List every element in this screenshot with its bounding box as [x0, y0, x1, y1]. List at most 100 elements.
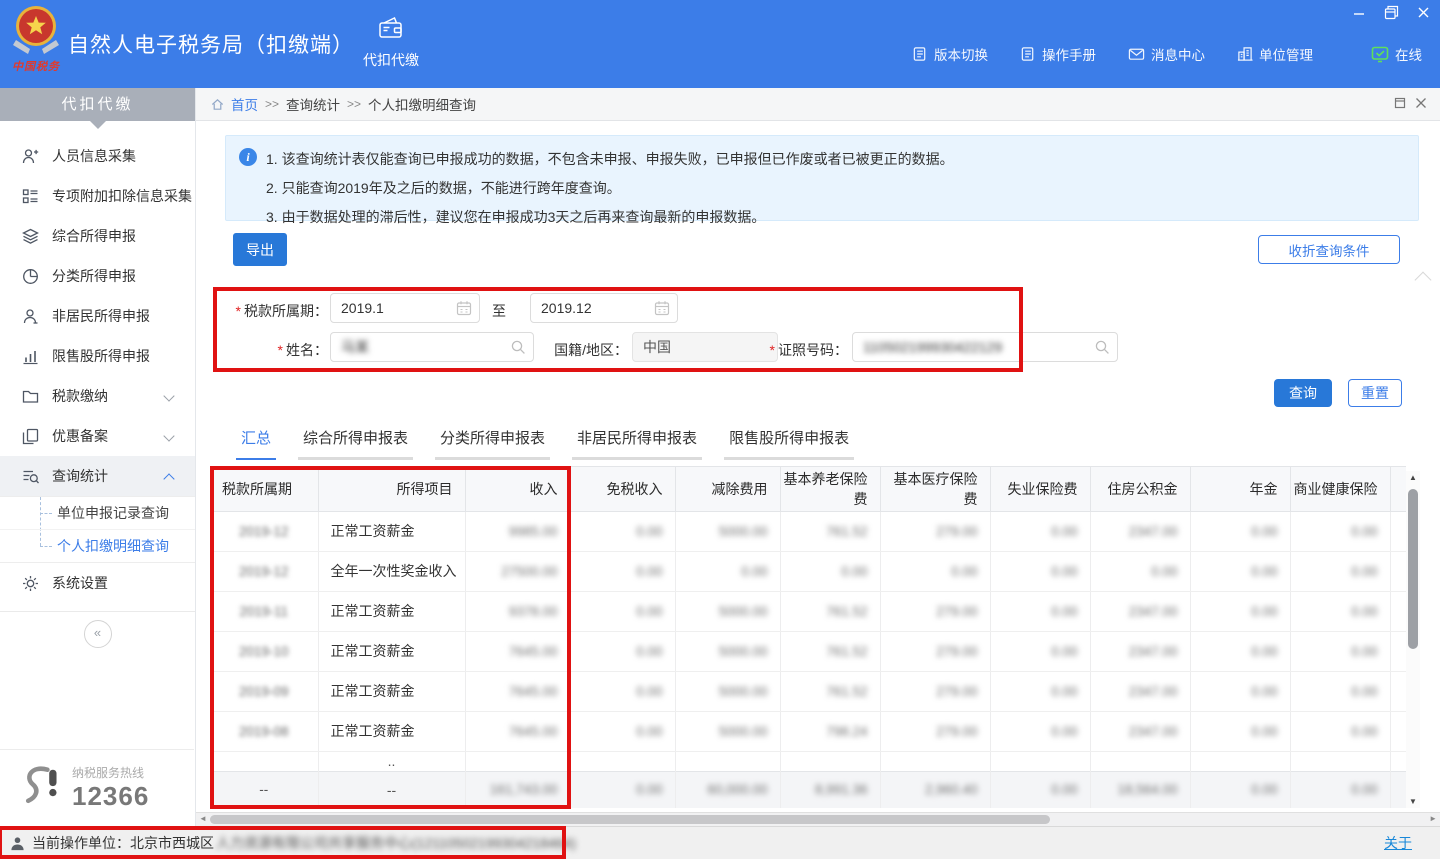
- vertical-scroll-thumb[interactable]: [1408, 489, 1418, 649]
- sidebar-item-preferential-filing[interactable]: 优惠备案: [0, 416, 195, 456]
- bar-chart-icon: [22, 348, 39, 365]
- search-icon[interactable]: [1094, 339, 1110, 358]
- minimize-icon[interactable]: [1352, 6, 1366, 20]
- reset-button[interactable]: 重置: [1348, 379, 1402, 407]
- required-mark: *: [770, 342, 775, 358]
- breadcrumb-home[interactable]: 首页: [231, 94, 258, 114]
- cell-tax: [1390, 511, 1406, 551]
- id-number-label: *证照号码：: [754, 340, 848, 360]
- breadcrumb: 首页 >> 查询统计 >> 个人扣缴明细查询: [196, 88, 1440, 121]
- tab-classified-income[interactable]: 分类所得申报表: [435, 427, 550, 460]
- message-center-link[interactable]: 消息中心: [1128, 44, 1205, 64]
- report-tabs: 汇总 综合所得申报表 分类所得申报表 非居民所得申报表 限售股所得申报表: [236, 427, 854, 460]
- sidebar-item-personnel-info[interactable]: 人员信息采集: [0, 136, 195, 176]
- cell-health-insurance: 0.00: [1290, 631, 1390, 671]
- cell-pension: 761.52: [780, 591, 880, 631]
- tab-restricted-shares[interactable]: 限售股所得申报表: [724, 427, 854, 460]
- cell-unemployment: 0.00: [990, 511, 1090, 551]
- restore-icon[interactable]: [1384, 5, 1399, 20]
- column-header: 基本养老保险费: [780, 467, 880, 511]
- panel-maximize-icon[interactable]: [1394, 97, 1406, 112]
- table-row: 2019-09 正常工资薪金 7645.00 0.00 5000.00 761.…: [210, 671, 1406, 711]
- sidebar-item-nonresident-income[interactable]: 非居民所得申报: [0, 296, 195, 336]
- sidebar-item-special-deduction[interactable]: 专项附加扣除信息采集: [0, 176, 195, 216]
- manual-link[interactable]: 操作手册: [1020, 44, 1096, 64]
- period-label: *税款所属期：: [216, 301, 328, 321]
- horizontal-scroll-thumb[interactable]: [210, 815, 1050, 824]
- tab-comprehensive-income[interactable]: 综合所得申报表: [298, 427, 413, 460]
- nationality-label: 国籍/地区：: [548, 340, 628, 360]
- column-header: 住房公积金: [1090, 467, 1190, 511]
- cell-taxfree-income: 0.00: [570, 551, 675, 591]
- gear-icon: [22, 575, 39, 592]
- scroll-up-icon[interactable]: ▲: [1406, 473, 1420, 482]
- sidebar-item-comprehensive-income[interactable]: 综合所得申报: [0, 216, 195, 256]
- column-header: 减除费用: [675, 467, 780, 511]
- cell-medical: 279.00: [880, 711, 990, 751]
- cell-income-item: 正常工资薪金: [318, 591, 465, 631]
- column-header: 商业健康保险: [1290, 467, 1390, 511]
- tax-bureau-logo: 中国税务: [8, 4, 64, 74]
- search-icon[interactable]: [510, 339, 526, 358]
- about-link[interactable]: 关于: [1384, 833, 1412, 853]
- table-row: 2019-11 正常工资薪金 9378.00 0.00 5000.00 761.…: [210, 591, 1406, 631]
- cell-income: 9985.00: [465, 511, 570, 551]
- sidebar-collapse-row: «: [0, 611, 195, 648]
- cell-unemployment: 0.00: [990, 671, 1090, 711]
- nav-tab-label: 代扣代缴: [346, 50, 436, 70]
- sidebar-item-restricted-shares[interactable]: 限售股所得申报: [0, 336, 195, 376]
- id-number-input[interactable]: 110502199930422129: [852, 332, 1118, 362]
- user-icon: [10, 836, 25, 851]
- cell-tax: [1390, 551, 1406, 591]
- required-mark: *: [278, 342, 283, 358]
- sidebar: 代扣代缴 人员信息采集 专项附加扣除信息采集 综合所得申报 分类所得申报 非居民…: [0, 88, 196, 826]
- cell-taxfree-income: 0.00: [570, 511, 675, 551]
- sidebar-item-classified-income[interactable]: 分类所得申报: [0, 256, 195, 296]
- scroll-left-icon[interactable]: ◄: [199, 814, 207, 823]
- cell-deduction: 5000.00: [675, 631, 780, 671]
- query-button[interactable]: 查询: [1274, 379, 1332, 407]
- results-table-wrap: 税款所属期所得项目收入免税收入减除费用基本养老保险费基本医疗保险费失业保险费住房…: [210, 466, 1406, 808]
- period-to-input[interactable]: 2019.12: [530, 293, 678, 323]
- sidebar-item-system-settings[interactable]: 系统设置: [0, 563, 195, 603]
- cell-income-item: 全年一次性奖金收入: [318, 551, 465, 591]
- submenu-item-unit-declaration-query[interactable]: 单位申报记录查询: [0, 497, 195, 529]
- cell-deduction: 5000.00: [675, 671, 780, 711]
- name-input[interactable]: 马某: [330, 332, 534, 362]
- sidebar-item-query-statistics[interactable]: 查询统计: [0, 456, 195, 496]
- notice-line: 3. 由于数据处理的滞后性，建议您在申报成功3天之后再来查询最新的申报数据。: [266, 203, 1404, 232]
- cell-annuity: 0.00: [1190, 551, 1290, 591]
- breadcrumb-separator: >>: [265, 97, 279, 111]
- tab-summary[interactable]: 汇总: [236, 427, 276, 460]
- column-header: 收入: [465, 467, 570, 511]
- building-icon: [1237, 46, 1253, 62]
- online-status[interactable]: 在线: [1371, 44, 1422, 64]
- sidebar-item-tax-payment[interactable]: 税款缴纳: [0, 376, 195, 416]
- header-links: 版本切换 操作手册 消息中心 单位管理 在线: [912, 44, 1422, 64]
- panel-close-icon[interactable]: [1415, 97, 1427, 112]
- cell-annuity: 0.00: [1190, 631, 1290, 671]
- mail-icon: [1128, 46, 1145, 62]
- version-switch-link[interactable]: 版本切换: [912, 44, 988, 64]
- collapse-sidebar-icon[interactable]: «: [84, 620, 112, 648]
- scroll-down-icon[interactable]: ▼: [1406, 797, 1420, 806]
- scroll-right-icon[interactable]: ►: [1429, 814, 1437, 823]
- close-icon[interactable]: [1417, 6, 1430, 19]
- export-button[interactable]: 导出: [233, 233, 287, 266]
- calendar-icon[interactable]: [654, 300, 670, 319]
- cell-housing-fund: 2347.00: [1090, 671, 1190, 711]
- tab-nonresident-income[interactable]: 非居民所得申报表: [572, 427, 702, 460]
- table-row: 2019-10 正常工资薪金 7645.00 0.00 5000.00 761.…: [210, 631, 1406, 671]
- calendar-icon[interactable]: [456, 300, 472, 319]
- submenu-item-personal-withholding-query[interactable]: 个人扣缴明细查询: [0, 529, 195, 562]
- cell-tax: [1390, 671, 1406, 711]
- document-icon: [1020, 46, 1036, 62]
- vertical-scrollbar[interactable]: ▲ ▼: [1406, 471, 1420, 808]
- collapse-query-button[interactable]: 收折查询条件: [1258, 235, 1400, 264]
- table-row-partial: ..: [210, 751, 1406, 771]
- nav-tab-withholding[interactable]: 代扣代缴: [346, 16, 436, 70]
- period-from-input[interactable]: 2019.1: [330, 293, 480, 323]
- cell-partial: ..: [318, 751, 465, 771]
- horizontal-scrollbar[interactable]: ◄ ►: [196, 812, 1440, 826]
- unit-management-link[interactable]: 单位管理: [1237, 44, 1313, 64]
